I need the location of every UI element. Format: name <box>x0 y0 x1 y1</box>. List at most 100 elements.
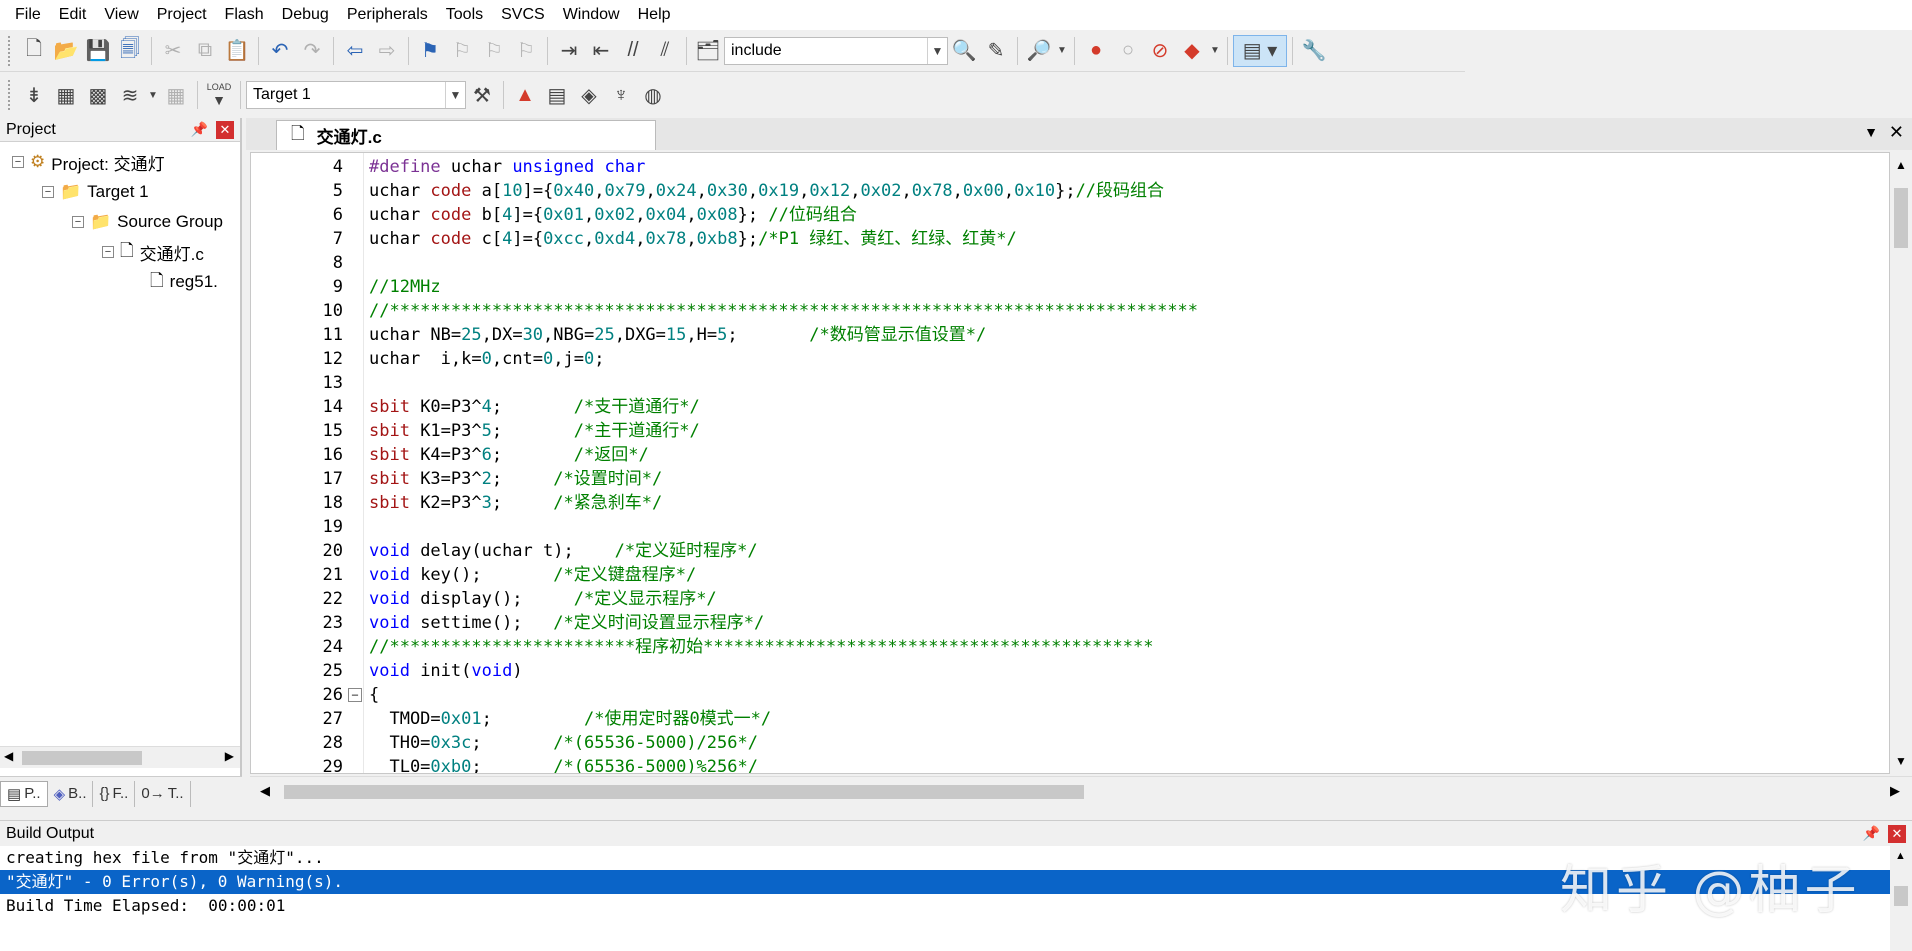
find-combo[interactable]: include ▼ <box>724 36 948 65</box>
scroll-right-icon[interactable]: ▶ <box>225 749 234 763</box>
tab-file[interactable]: 🗋 交通灯.c <box>276 120 656 150</box>
close-icon[interactable]: ✕ <box>216 120 234 139</box>
pin-icon[interactable]: 📌 <box>191 121 208 138</box>
toolbar-grip[interactable] <box>8 80 12 110</box>
code-line[interactable]: 22 void display(); /*定义显示程序*/ <box>251 587 1889 611</box>
menu-peripherals[interactable]: Peripherals <box>338 1 437 29</box>
scroll-down-icon[interactable]: ▼ <box>1895 754 1907 768</box>
tab-templates[interactable]: 0→ T.. <box>135 780 191 807</box>
code-editor[interactable]: 4 #define uchar unsigned char 5 uchar code … <box>250 152 1890 774</box>
chevron-down-icon[interactable]: ▼ <box>927 37 947 64</box>
code-line[interactable]: 14 sbit K0=P3^4; /*支干道通行*/ <box>251 395 1889 419</box>
code-line[interactable]: 27 TMOD=0x01; /*使用定时器0模式一*/ <box>251 707 1889 731</box>
scroll-thumb[interactable] <box>22 751 142 765</box>
target-combo[interactable]: Target 1 ▼ <box>246 81 466 109</box>
collapse-icon[interactable]: − <box>102 246 114 258</box>
code-line[interactable]: 13 <box>251 371 1889 395</box>
scroll-thumb[interactable] <box>1894 188 1908 248</box>
code-line[interactable]: 24 //************************程序初始********… <box>251 635 1889 659</box>
rebuild-icon[interactable]: ▩ <box>82 79 114 111</box>
paste-icon[interactable]: 📋 <box>221 35 253 67</box>
code-line[interactable]: 9 //12MHz <box>251 275 1889 299</box>
code-line[interactable]: 12 uchar i,k=0,cnt=0,j=0; <box>251 347 1889 371</box>
menu-project[interactable]: Project <box>148 1 216 29</box>
scroll-thumb[interactable] <box>284 785 1084 799</box>
open-folder-icon[interactable]: 📂 <box>50 35 82 67</box>
collapse-icon[interactable]: − <box>12 156 24 168</box>
scroll-right-icon[interactable]: ▶ <box>1890 783 1900 799</box>
chevron-down-icon[interactable]: ▼ <box>1208 35 1222 67</box>
tab-list-chevron-icon[interactable]: ▼ <box>1864 124 1878 140</box>
menu-edit[interactable]: Edit <box>50 1 96 29</box>
configure-wrench-icon[interactable]: 🔧 <box>1298 35 1330 67</box>
code-line[interactable]: 25 void init(void) <box>251 659 1889 683</box>
menu-svcs[interactable]: SVCS <box>492 1 554 29</box>
uncomment-icon[interactable]: ⫽ <box>649 35 681 67</box>
chevron-down-icon[interactable]: ▼ <box>146 79 160 111</box>
cut-icon[interactable]: ✂ <box>157 35 189 67</box>
indent-icon[interactable]: ⇥ <box>553 35 585 67</box>
code-line[interactable]: 10 //************************************… <box>251 299 1889 323</box>
undo-icon[interactable]: ↶ <box>264 35 296 67</box>
find-in-files-icon[interactable]: 🗂 <box>692 35 724 67</box>
chevron-down-icon[interactable]: ▼ <box>445 82 465 108</box>
tree-item-file-main[interactable]: − 🗋 交通灯.c <box>102 238 204 266</box>
toolbar-grip[interactable] <box>8 35 12 66</box>
download-icon[interactable]: LOAD ▼ <box>203 79 235 111</box>
project-hscrollbar[interactable]: ◀ ▶ <box>0 746 240 768</box>
tree-item-project[interactable]: − ⚙ Project: 交通灯 <box>12 148 165 176</box>
prev-bookmark-icon[interactable]: ⚐ <box>446 35 478 67</box>
collapse-icon[interactable]: − <box>42 186 54 198</box>
menu-view[interactable]: View <box>95 1 147 29</box>
build-icon[interactable]: ▦ <box>50 79 82 111</box>
find-icon[interactable]: 🔍 <box>948 35 980 67</box>
editor-vscrollbar[interactable]: ▲ ▼ <box>1890 152 1912 774</box>
select-packs-icon[interactable]: ◈ <box>573 79 605 111</box>
disable-breakpoint-icon[interactable]: ○ <box>1112 35 1144 67</box>
breakpoint-options-icon[interactable]: ◆ <box>1176 35 1208 67</box>
code-line[interactable]: 17 sbit K3=P3^2; /*设置时间*/ <box>251 467 1889 491</box>
comment-icon[interactable]: // <box>617 35 649 67</box>
scroll-left-icon[interactable]: ◀ <box>4 749 13 763</box>
redo-icon[interactable]: ↷ <box>296 35 328 67</box>
translate-icon[interactable]: ⇟ <box>18 79 50 111</box>
code-line[interactable]: 5 uchar code a[10]={0x40,0x79,0x24,0x30,0… <box>251 179 1889 203</box>
code-line[interactable]: 8 <box>251 251 1889 275</box>
fold-icon[interactable]: − <box>348 688 362 702</box>
tree-item-source-group[interactable]: − 📁 Source Group <box>72 208 223 236</box>
tab-books[interactable]: ◈ B.. <box>48 780 94 807</box>
menu-help[interactable]: Help <box>629 1 680 29</box>
code-line[interactable]: 11 uchar NB=25,DX=30,NBG=25,DXG=15,H=5; /… <box>251 323 1889 347</box>
incremental-find-icon[interactable]: ✎ <box>980 35 1012 67</box>
scroll-left-icon[interactable]: ◀ <box>260 783 270 799</box>
code-line[interactable]: 4 #define uchar unsigned char <box>251 155 1889 179</box>
manage-components-icon[interactable]: ▲ <box>509 79 541 111</box>
close-icon[interactable]: ✕ <box>1888 824 1906 843</box>
run-time-env-icon[interactable]: ◍ <box>637 79 669 111</box>
collapse-icon[interactable]: − <box>72 216 84 228</box>
copy-icon[interactable]: ⧉ <box>189 35 221 67</box>
tree-item-file-header[interactable]: 🗋 reg51. <box>150 268 218 296</box>
editor-hscrollbar[interactable]: ◀ ▶ <box>250 776 1912 806</box>
debug-session-icon[interactable]: 🔎 <box>1023 35 1055 67</box>
tree-item-target[interactable]: − 📁 Target 1 <box>42 178 149 206</box>
save-all-icon[interactable]: 🗐 <box>114 35 146 67</box>
scroll-up-icon[interactable]: ▲ <box>1895 158 1907 172</box>
stop-build-icon[interactable]: ▦ <box>160 79 192 111</box>
code-line[interactable]: 18 sbit K2=P3^3; /*紧急刹车*/ <box>251 491 1889 515</box>
breakpoint-icon[interactable]: ● <box>1080 35 1112 67</box>
menu-flash[interactable]: Flash <box>216 1 273 29</box>
menu-window[interactable]: Window <box>554 1 629 29</box>
file-extensions-icon[interactable]: ▤ <box>541 79 573 111</box>
chevron-down-icon[interactable]: ▼ <box>1055 35 1069 67</box>
menu-file[interactable]: File <box>6 1 50 29</box>
scroll-thumb[interactable] <box>1894 886 1908 906</box>
unindent-icon[interactable]: ⇤ <box>585 35 617 67</box>
code-line[interactable]: 7 uchar code c[4]={0xcc,0xd4,0x78,0xb8};/… <box>251 227 1889 251</box>
bookmark-icon[interactable]: ⚑ <box>414 35 446 67</box>
code-line[interactable]: 26−{ <box>251 683 1889 707</box>
code-line[interactable]: 19 <box>251 515 1889 539</box>
new-file-icon[interactable]: 🗋 <box>18 35 50 67</box>
next-bookmark-icon[interactable]: ⚐ <box>478 35 510 67</box>
code-line[interactable]: 21 void key(); /*定义键盘程序*/ <box>251 563 1889 587</box>
